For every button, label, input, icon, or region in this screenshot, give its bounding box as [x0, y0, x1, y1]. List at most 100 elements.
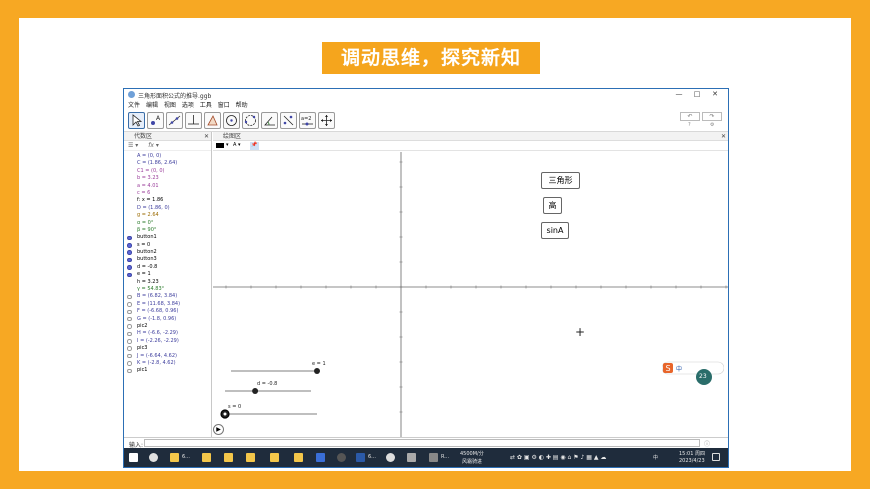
triangle-button[interactable]: 三角形 [541, 172, 580, 189]
visibility-toggle-icon[interactable] [127, 302, 132, 307]
undo-button[interactable]: ↶ [680, 112, 700, 121]
visibility-toggle-icon[interactable] [127, 339, 132, 344]
menu-tools[interactable]: 工具 [200, 100, 212, 109]
menu-edit[interactable]: 编辑 [146, 100, 158, 109]
folder-icon-2[interactable] [202, 453, 211, 462]
app-icon-2[interactable] [407, 453, 416, 462]
visibility-toggle-icon[interactable] [127, 235, 132, 241]
geogebra-taskbar-icon[interactable] [316, 453, 325, 462]
visibility-toggle-icon[interactable] [127, 250, 132, 255]
menu-view[interactable]: 视图 [164, 100, 176, 109]
algebra-item[interactable]: D = (1.86, 0) [124, 205, 212, 212]
taskbar-item-2[interactable]: 6... [368, 454, 376, 460]
algebra-item[interactable]: pic2 [124, 323, 212, 330]
algebra-item[interactable]: button1 [124, 234, 212, 241]
algebra-item[interactable]: C = (1.86, 2.64) [124, 160, 212, 167]
visibility-toggle-icon[interactable] [127, 272, 132, 278]
visibility-toggle-icon[interactable] [127, 353, 132, 359]
algebra-item[interactable]: pic1 [124, 367, 212, 374]
folder-icon[interactable] [170, 453, 179, 462]
visibility-toggle-icon[interactable] [127, 316, 132, 322]
redo-button[interactable]: ↷ [702, 112, 722, 121]
folder-icon-3[interactable] [224, 453, 233, 462]
algebra-item[interactable]: c = 6 [124, 190, 212, 197]
algebra-item[interactable]: d = -0.8 [124, 264, 212, 271]
folder-icon-6[interactable] [294, 453, 303, 462]
app-icon-3[interactable] [429, 453, 438, 462]
graphics-close-icon[interactable]: ✕ [721, 132, 726, 141]
algebra-item[interactable]: pic3 [124, 345, 212, 352]
minimize-button[interactable]: — [672, 90, 686, 98]
folder-icon-5[interactable] [270, 453, 279, 462]
angle-tool-button[interactable] [261, 112, 278, 129]
lang-indicator[interactable]: 中 [653, 454, 658, 461]
visibility-toggle-icon[interactable] [127, 242, 132, 248]
algebra-item[interactable]: α = 0° [124, 220, 212, 227]
taskbar-item-1[interactable]: 6... [182, 454, 190, 460]
visibility-toggle-icon[interactable] [127, 294, 132, 300]
color-swatch[interactable] [216, 143, 224, 148]
algebra-item[interactable]: g = 2.64 [124, 212, 212, 219]
algebra-item[interactable]: β = 90° [124, 227, 212, 234]
visibility-toggle-icon[interactable] [127, 361, 132, 366]
chat-icon[interactable] [386, 453, 395, 462]
algebra-item[interactable]: button2 [124, 249, 212, 256]
sort-icon[interactable]: ☰ ▾ [128, 142, 138, 149]
algebra-item[interactable]: C1 = (0, 0) [124, 168, 212, 175]
polygon-tool-button[interactable] [204, 112, 221, 129]
algebra-item[interactable]: s = 0 [124, 242, 212, 249]
circle-tool-button[interactable] [223, 112, 240, 129]
circle-three-points-tool-button[interactable] [242, 112, 259, 129]
algebra-item[interactable]: J = (-6.64, 4.62) [124, 353, 212, 360]
maximize-button[interactable]: □ [690, 90, 704, 98]
visibility-toggle-icon[interactable] [127, 324, 132, 329]
menu-help[interactable]: 帮助 [236, 100, 248, 109]
perpendicular-tool-button[interactable] [185, 112, 202, 129]
visibility-toggle-icon[interactable] [127, 257, 132, 263]
ime-widget[interactable]: S 中 23 [661, 357, 725, 385]
menu-options[interactable]: 选项 [182, 100, 194, 109]
visibility-toggle-icon[interactable] [127, 331, 132, 337]
algebra-item[interactable]: H = (-6.6, -2.29) [124, 330, 212, 337]
height-button[interactable]: 高 [543, 197, 562, 214]
menu-file[interactable]: 文件 [128, 100, 140, 109]
algebra-close-icon[interactable]: ✕ [204, 132, 209, 141]
slider-tool-button[interactable]: a=2 [299, 112, 316, 129]
algebra-item[interactable]: I = (-2.26, -2.29) [124, 338, 212, 345]
algebra-item[interactable]: A = (0, 0) [124, 153, 212, 160]
settings-icon[interactable]: ⚙ [710, 122, 714, 128]
color-dropdown-icon[interactable]: ▾ [226, 142, 229, 148]
input-help-icon[interactable]: ⓘ [704, 439, 710, 448]
algebra-item[interactable]: h = 3.23 [124, 279, 212, 286]
line-tool-button[interactable] [166, 112, 183, 129]
menu-window[interactable]: 窗口 [218, 100, 230, 109]
algebra-item[interactable]: b = 3.23 [124, 175, 212, 182]
label-style-button[interactable]: A ▾ [233, 142, 241, 148]
settings-app-icon[interactable] [149, 453, 158, 462]
point-tool-button[interactable]: A [147, 112, 164, 129]
close-button[interactable]: ✕ [708, 90, 722, 98]
help-icon[interactable]: ? [688, 122, 691, 128]
algebra-item[interactable]: F = (-6.68, 0.96) [124, 308, 212, 315]
taskbar-item-3[interactable]: R... [441, 454, 449, 460]
reflect-tool-button[interactable] [280, 112, 297, 129]
notification-icon[interactable] [712, 453, 720, 461]
algebra-item[interactable]: G = (-1.8, 0.96) [124, 316, 212, 323]
visibility-toggle-icon[interactable] [127, 346, 132, 352]
start-icon[interactable] [129, 453, 138, 462]
sina-button[interactable]: sinA [541, 222, 569, 239]
algebra-item[interactable]: f: x = 1.86 [124, 197, 212, 204]
algebra-item[interactable]: a = 4.01 [124, 183, 212, 190]
input-field[interactable] [144, 439, 700, 447]
visibility-toggle-icon[interactable] [127, 265, 132, 270]
visibility-toggle-icon[interactable] [127, 309, 132, 315]
move-view-tool-button[interactable] [318, 112, 335, 129]
graphics-canvas[interactable]: e = 1 d = -0.8 s = 0 三角形 高 sinA + ▶ [213, 152, 728, 437]
algebra-item[interactable]: γ = 54.83° [124, 286, 212, 293]
algebra-item[interactable]: E = (11.68, 3.84) [124, 301, 212, 308]
pin-icon[interactable]: 📌 [250, 142, 259, 150]
visibility-toggle-icon[interactable] [127, 368, 132, 374]
algebra-item[interactable]: button3 [124, 256, 212, 263]
camera-icon[interactable] [337, 453, 346, 462]
algebra-item[interactable]: B = (6.82, 3.84) [124, 293, 212, 300]
